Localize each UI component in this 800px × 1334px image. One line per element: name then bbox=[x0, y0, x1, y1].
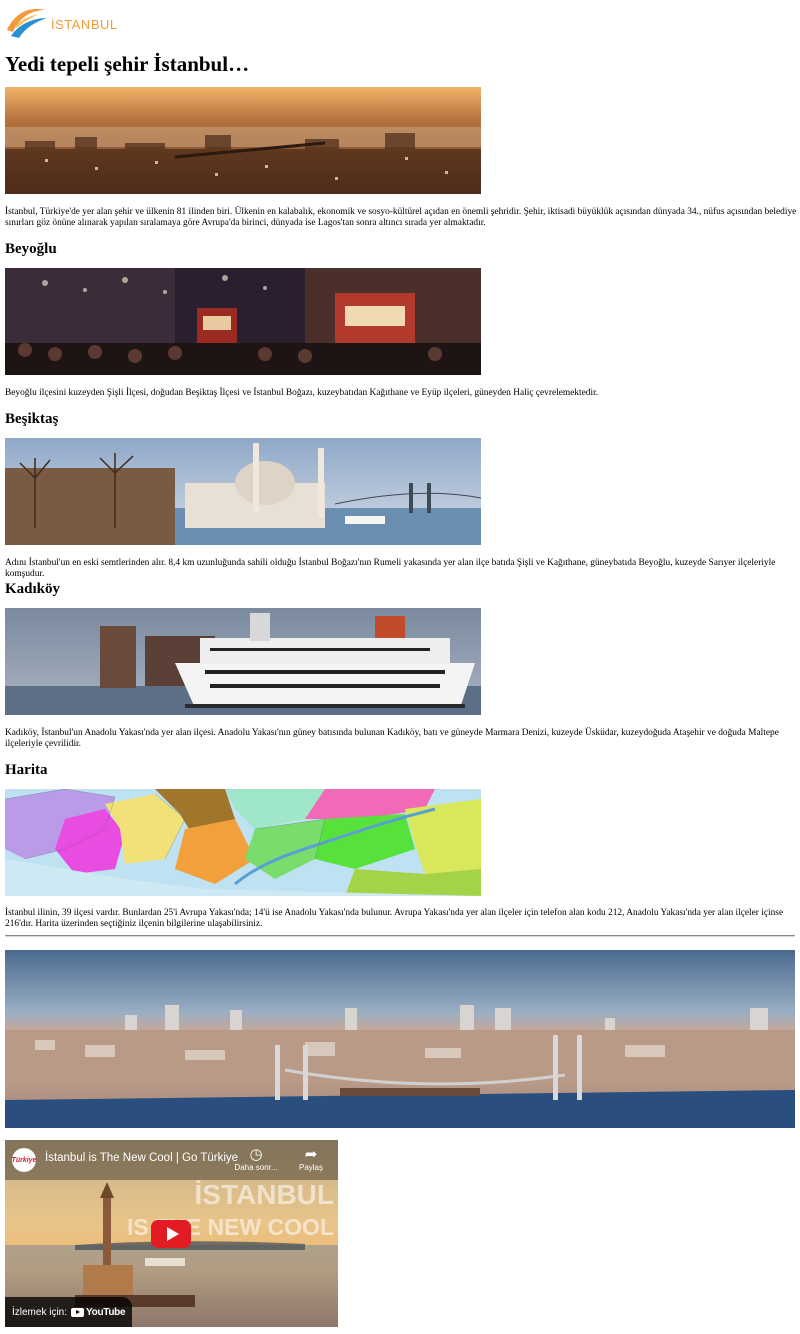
watch-on-label: İzlemek için: bbox=[12, 1306, 68, 1318]
heading-harita: Harita bbox=[5, 762, 48, 778]
clock-icon: ◷ bbox=[249, 1146, 263, 1163]
section-divider bbox=[5, 935, 795, 937]
site-logo[interactable]: İSTANBUL bbox=[5, 4, 118, 40]
logo-text: İSTANBUL bbox=[51, 17, 118, 32]
watch-later-label: Daha sonr... bbox=[234, 1163, 278, 1172]
share-button[interactable]: ➦ Paylaş bbox=[283, 1146, 338, 1173]
page-title: Yedi tepeli şehir İstanbul… bbox=[5, 52, 250, 76]
harita-paragraph: İstanbul ilinin, 39 ilçesi vardır. Bunla… bbox=[5, 908, 784, 929]
share-label: Paylaş bbox=[298, 1163, 323, 1172]
watch-on-youtube-button[interactable]: İzlemek için: YouTube bbox=[5, 1297, 132, 1327]
beyoglu-paragraph: Beyoğlu ilçesini kuzeyden Şişli İlçesi, … bbox=[5, 388, 599, 398]
watch-later-button[interactable]: ◷ Daha sonr... bbox=[228, 1146, 284, 1173]
besiktas-image bbox=[5, 438, 481, 545]
channel-avatar[interactable]: Türkiye bbox=[12, 1148, 36, 1172]
play-icon bbox=[166, 1227, 179, 1241]
kadikoy-image bbox=[5, 608, 481, 715]
intro-paragraph: İstanbul, Türkiye'de yer alan şehir ve ü… bbox=[5, 207, 797, 228]
play-button[interactable] bbox=[151, 1220, 191, 1248]
share-icon: ➦ bbox=[304, 1146, 318, 1163]
video-title[interactable]: İstanbul is The New Cool | Go Türkiye bbox=[45, 1152, 238, 1164]
heading-beyoglu: Beyoğlu bbox=[5, 241, 57, 257]
beyoglu-image bbox=[5, 268, 481, 375]
kadikoy-paragraph: Kadıköy, İstanbul'un Anadolu Yakası'nda … bbox=[5, 728, 779, 749]
district-map-image[interactable] bbox=[5, 789, 481, 896]
heading-kadikoy: Kadıköy bbox=[5, 581, 61, 597]
youtube-icon: YouTube bbox=[71, 1306, 126, 1318]
youtube-video-embed[interactable]: Türkiye İstanbul is The New Cool | Go Tü… bbox=[5, 1140, 338, 1327]
besiktas-paragraph: Adını İstanbul'un en eski semtlerinden a… bbox=[5, 558, 776, 579]
heading-besiktas: Beşiktaş bbox=[5, 411, 59, 427]
bosphorus-panorama-image bbox=[5, 950, 795, 1128]
overlay-line-1: İSTANBUL bbox=[194, 1179, 334, 1210]
channel-badge-text: Türkiye bbox=[11, 1156, 37, 1164]
logo-swoosh-icon bbox=[7, 8, 47, 38]
youtube-label: YouTube bbox=[86, 1306, 126, 1318]
istanbul-panorama-image bbox=[5, 87, 481, 194]
